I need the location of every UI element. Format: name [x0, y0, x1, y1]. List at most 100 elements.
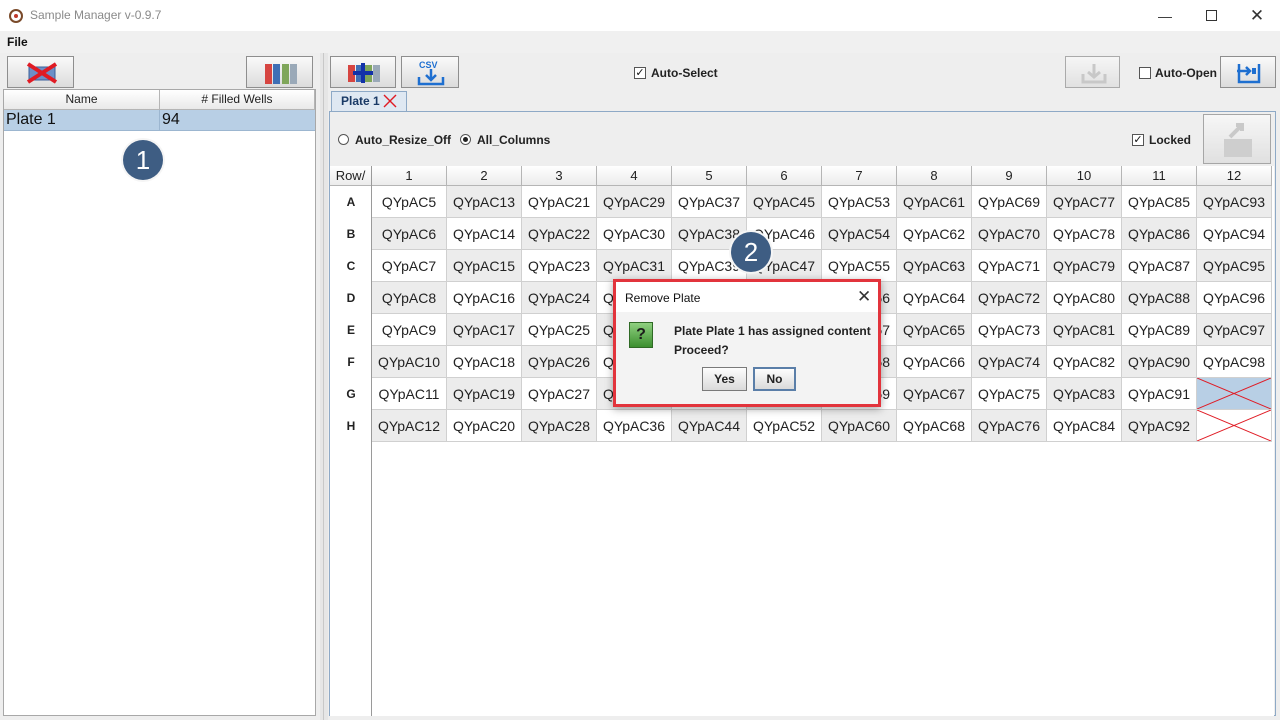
empty-well[interactable] [1197, 410, 1272, 442]
well-cell[interactable]: QYpAC84 [1047, 410, 1122, 442]
well-cell[interactable]: QYpAC73 [972, 314, 1047, 346]
well-cell[interactable]: QYpAC54 [822, 218, 897, 250]
column-header[interactable]: 2 [447, 166, 522, 186]
column-header[interactable]: 8 [897, 166, 972, 186]
row-header[interactable]: G [330, 378, 372, 410]
well-cell[interactable]: QYpAC22 [522, 218, 597, 250]
well-cell[interactable]: QYpAC20 [447, 410, 522, 442]
well-cell[interactable]: QYpAC36 [597, 410, 672, 442]
well-cell[interactable]: QYpAC96 [1197, 282, 1272, 314]
well-cell[interactable]: QYpAC75 [972, 378, 1047, 410]
well-cell[interactable]: QYpAC83 [1047, 378, 1122, 410]
column-header-name[interactable]: Name [4, 90, 160, 110]
well-cell[interactable]: QYpAC61 [897, 186, 972, 218]
remove-plate-button[interactable] [7, 56, 74, 88]
well-cell[interactable]: QYpAC62 [897, 218, 972, 250]
well-cell[interactable]: QYpAC63 [897, 250, 972, 282]
well-cell[interactable]: QYpAC9 [372, 314, 447, 346]
well-cell[interactable]: QYpAC80 [1047, 282, 1122, 314]
row-header[interactable]: F [330, 346, 372, 378]
column-header[interactable]: 3 [522, 166, 597, 186]
row-header[interactable]: E [330, 314, 372, 346]
row-header[interactable]: C [330, 250, 372, 282]
well-cell[interactable]: QYpAC19 [447, 378, 522, 410]
save-button[interactable] [1220, 56, 1276, 88]
well-cell[interactable]: QYpAC74 [972, 346, 1047, 378]
well-cell[interactable]: QYpAC88 [1122, 282, 1197, 314]
well-cell[interactable]: QYpAC5 [372, 186, 447, 218]
well-cell[interactable]: QYpAC14 [447, 218, 522, 250]
well-cell[interactable]: QYpAC44 [672, 410, 747, 442]
column-header[interactable]: 5 [672, 166, 747, 186]
well-cell[interactable]: QYpAC8 [372, 282, 447, 314]
well-cell[interactable]: QYpAC79 [1047, 250, 1122, 282]
well-cell[interactable]: QYpAC6 [372, 218, 447, 250]
well-cell[interactable]: QYpAC86 [1122, 218, 1197, 250]
well-cell[interactable]: QYpAC15 [447, 250, 522, 282]
well-cell[interactable]: QYpAC17 [447, 314, 522, 346]
menu-file[interactable]: File [7, 35, 28, 49]
no-button[interactable]: No [753, 367, 796, 391]
well-cell[interactable]: QYpAC71 [972, 250, 1047, 282]
well-cell[interactable]: QYpAC94 [1197, 218, 1272, 250]
well-cell[interactable]: QYpAC24 [522, 282, 597, 314]
well-cell[interactable]: QYpAC60 [822, 410, 897, 442]
column-header[interactable]: 7 [822, 166, 897, 186]
well-cell[interactable]: QYpAC28 [522, 410, 597, 442]
well-cell[interactable]: QYpAC70 [972, 218, 1047, 250]
well-cell[interactable]: QYpAC85 [1122, 186, 1197, 218]
well-cell[interactable]: QYpAC12 [372, 410, 447, 442]
row-column-header[interactable]: Row/ [330, 166, 372, 186]
well-cell[interactable]: QYpAC18 [447, 346, 522, 378]
well-cell[interactable]: QYpAC53 [822, 186, 897, 218]
column-header[interactable]: 6 [747, 166, 822, 186]
well-cell[interactable]: QYpAC81 [1047, 314, 1122, 346]
well-cell[interactable]: QYpAC66 [897, 346, 972, 378]
well-cell[interactable]: QYpAC55 [822, 250, 897, 282]
well-cell[interactable]: QYpAC21 [522, 186, 597, 218]
well-cell[interactable]: QYpAC30 [597, 218, 672, 250]
well-cell[interactable]: QYpAC82 [1047, 346, 1122, 378]
column-header[interactable]: 4 [597, 166, 672, 186]
column-header[interactable]: 9 [972, 166, 1047, 186]
dialog-close-icon[interactable]: ✕ [857, 287, 871, 307]
well-cell[interactable]: QYpAC95 [1197, 250, 1272, 282]
minimize-button[interactable]: — [1142, 0, 1188, 31]
well-cell[interactable]: QYpAC67 [897, 378, 972, 410]
column-header[interactable]: 1 [372, 166, 447, 186]
well-cell[interactable]: QYpAC64 [897, 282, 972, 314]
well-cell[interactable]: QYpAC26 [522, 346, 597, 378]
well-cell[interactable]: QYpAC31 [597, 250, 672, 282]
well-cell[interactable]: QYpAC90 [1122, 346, 1197, 378]
row-header[interactable]: A [330, 186, 372, 218]
table-row[interactable]: Plate 1 94 [4, 110, 315, 131]
well-cell[interactable]: QYpAC65 [897, 314, 972, 346]
split-pane-divider[interactable] [320, 53, 328, 720]
well-cell[interactable]: QYpAC76 [972, 410, 1047, 442]
maximize-button[interactable] [1188, 0, 1234, 31]
well-cell[interactable]: QYpAC23 [522, 250, 597, 282]
well-cell[interactable]: QYpAC78 [1047, 218, 1122, 250]
well-cell[interactable]: QYpAC10 [372, 346, 447, 378]
well-cell[interactable]: QYpAC29 [597, 186, 672, 218]
well-cell[interactable]: QYpAC45 [747, 186, 822, 218]
well-cell[interactable]: QYpAC97 [1197, 314, 1272, 346]
add-plate-button[interactable] [330, 56, 396, 88]
close-window-button[interactable]: ✕ [1234, 0, 1280, 31]
well-cell[interactable]: QYpAC93 [1197, 186, 1272, 218]
well-cell[interactable]: QYpAC89 [1122, 314, 1197, 346]
radio-auto-resize-off[interactable] [338, 134, 349, 145]
row-header[interactable]: H [330, 410, 372, 442]
well-cell[interactable]: QYpAC7 [372, 250, 447, 282]
well-cell[interactable]: QYpAC87 [1122, 250, 1197, 282]
well-cell[interactable]: QYpAC98 [1197, 346, 1272, 378]
well-cell[interactable]: QYpAC68 [897, 410, 972, 442]
empty-well[interactable] [1197, 378, 1272, 410]
auto-select-checkbox[interactable]: ✓ [634, 67, 646, 79]
locked-checkbox[interactable]: ✓ [1132, 134, 1144, 146]
auto-open-checkbox[interactable] [1139, 67, 1151, 79]
column-header[interactable]: 12 [1197, 166, 1272, 186]
well-cell[interactable]: QYpAC25 [522, 314, 597, 346]
well-cell[interactable]: QYpAC77 [1047, 186, 1122, 218]
plate-layout-button[interactable] [246, 56, 313, 88]
